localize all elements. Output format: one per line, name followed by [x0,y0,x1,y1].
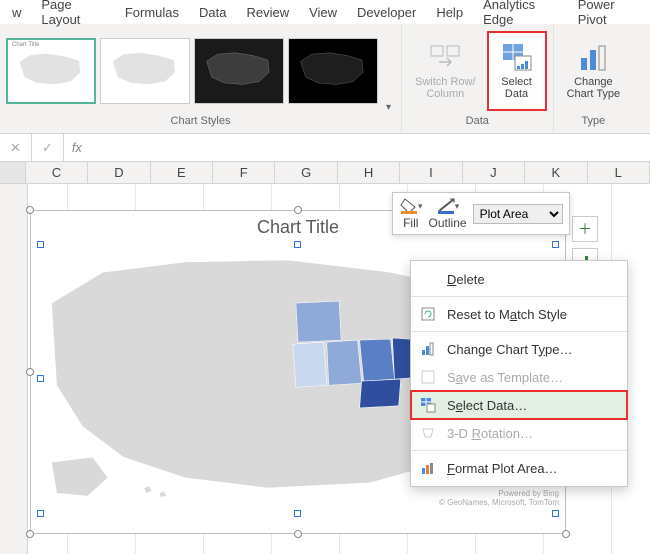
outline-icon [436,197,458,215]
save-template-icon [419,368,437,386]
col-l[interactable]: L [588,162,650,183]
menu-3d-rotation: 3-D Rotation… [411,419,627,447]
col-f[interactable]: F [213,162,275,183]
tab-help[interactable]: Help [426,2,473,23]
chart-elements-button[interactable]: ＋ [572,216,598,242]
tab-review[interactable]: Review [236,2,299,23]
menu-delete[interactable]: Delete [411,265,627,293]
row-headers[interactable] [0,184,28,554]
col-c[interactable]: C [26,162,88,183]
format-icon [419,459,437,477]
ribbon-tabs: w Page Layout Formulas Data Review View … [0,0,650,24]
chart-style-1[interactable]: Chart Title [6,38,96,104]
tab-developer[interactable]: Developer [347,2,426,23]
col-e[interactable]: E [151,162,213,183]
tab-formulas[interactable]: Formulas [115,2,189,23]
tab-partial[interactable]: w [2,2,31,23]
col-g[interactable]: G [275,162,337,183]
col-d[interactable]: D [88,162,150,183]
styles-more-icon[interactable]: ▾ [382,102,395,113]
section-label-data: Data [466,113,489,129]
ribbon: Chart Title ▾ Chart Styles Switch Row/ C… [0,24,650,134]
formula-bar: ✕ ✓ fx [0,134,650,162]
fill-icon [399,197,421,215]
section-label-type: Type [581,113,605,129]
fx-label[interactable]: fx [64,140,90,155]
menu-change-chart-type[interactable]: Change Chart Type… [411,335,627,363]
change-chart-type-icon [577,42,609,74]
cancel-icon[interactable]: ✕ [0,134,32,161]
change-chart-type-button[interactable]: Change Chart Type [560,31,628,111]
chart-element-selector[interactable]: Plot Area [473,204,563,224]
column-headers: C D E F G H I J K L [0,162,650,184]
select-data-icon [419,396,437,414]
chart-style-3[interactable] [194,38,284,104]
menu-select-data[interactable]: Select Data… [411,391,627,419]
chart-style-2[interactable] [100,38,190,104]
fill-button[interactable]: ▾ Fill [399,197,423,230]
mini-toolbar: ▾ Fill ▾ Outline Plot Area [392,192,570,235]
col-i[interactable]: I [400,162,462,183]
select-data-icon [501,42,533,74]
tab-view[interactable]: View [299,2,347,23]
menu-reset-match-style[interactable]: Reset to Match Style [411,300,627,328]
chart-style-4[interactable] [288,38,378,104]
select-data-button[interactable]: Select Data [487,31,547,111]
menu-format-plot-area[interactable]: Format Plot Area… [411,454,627,482]
col-h[interactable]: H [338,162,400,183]
chart-type-icon [419,340,437,358]
select-all-corner[interactable] [0,162,26,183]
outline-button[interactable]: ▾ Outline [429,197,467,230]
enter-icon[interactable]: ✓ [32,134,64,161]
switch-row-column-button: Switch Row/ Column [408,31,483,111]
switch-row-icon [429,42,461,74]
context-menu: Delete Reset to Match Style Change Chart… [410,260,628,487]
col-j[interactable]: J [463,162,525,183]
rotation-icon [419,424,437,442]
reset-icon [419,305,437,323]
section-label-styles: Chart Styles [171,113,231,129]
menu-save-template: Save as Template… [411,363,627,391]
col-k[interactable]: K [525,162,587,183]
tab-data[interactable]: Data [189,2,236,23]
